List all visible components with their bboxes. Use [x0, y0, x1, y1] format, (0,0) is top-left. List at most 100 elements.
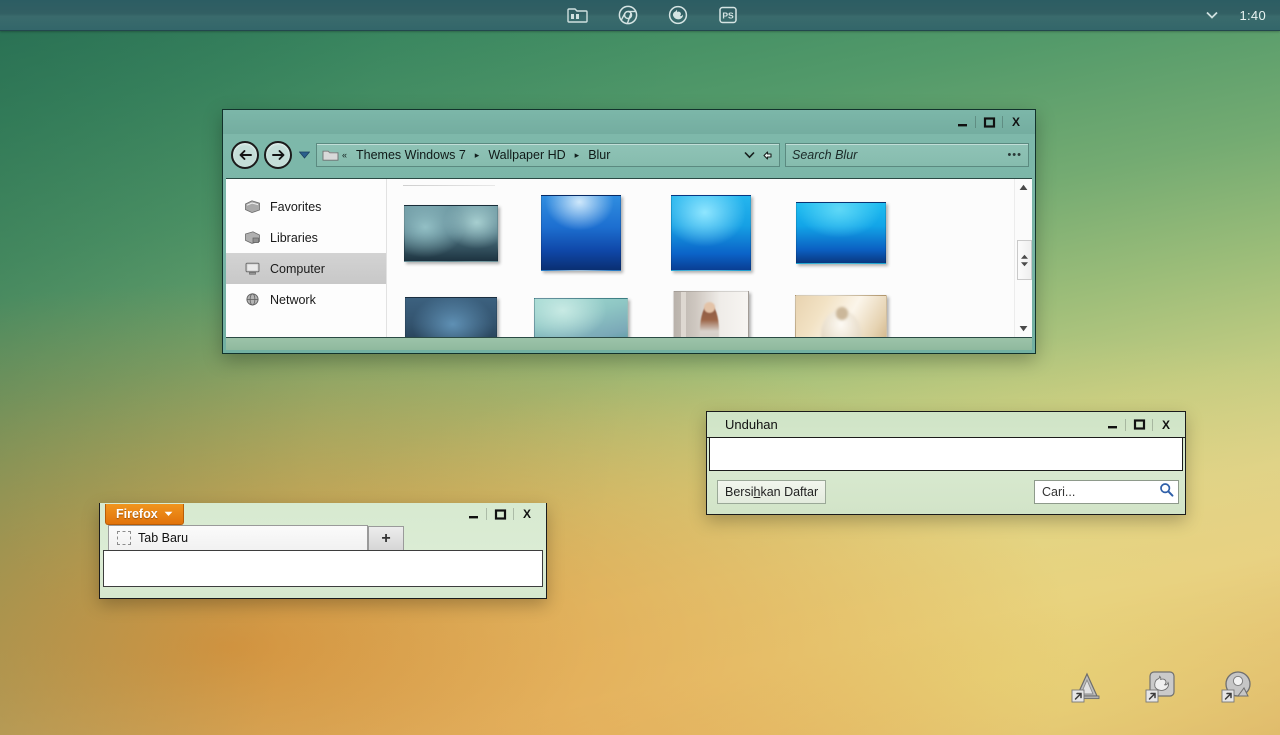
- tray-chevron-icon[interactable]: [1203, 0, 1221, 30]
- thumbnail-item[interactable]: [789, 287, 893, 337]
- shortcut-picasa[interactable]: [1210, 668, 1264, 706]
- explorer-statusbar: [226, 337, 1032, 350]
- taskbar-clock[interactable]: 1:40: [1239, 8, 1266, 23]
- chevron-down-icon: [164, 511, 173, 516]
- thumbnail-item[interactable]: [529, 287, 633, 337]
- chrome-icon[interactable]: [603, 0, 653, 30]
- refresh-icon[interactable]: [759, 149, 775, 162]
- clear-list-accel: h: [753, 484, 761, 499]
- breadcrumb-item-blur[interactable]: Blur: [582, 147, 616, 163]
- sidebar-item-libraries[interactable]: Libraries: [226, 222, 386, 253]
- thumbnail-item[interactable]: [659, 193, 763, 273]
- downloads-list[interactable]: [709, 438, 1183, 471]
- minimize-button[interactable]: [949, 113, 975, 131]
- search-input[interactable]: Search Blur •••: [785, 143, 1029, 167]
- sidebar-item-favorites[interactable]: Favorites: [226, 191, 386, 222]
- breadcrumb-overflow[interactable]: «: [341, 150, 348, 160]
- search-placeholder: Search Blur: [792, 148, 858, 162]
- close-button[interactable]: X: [514, 505, 540, 523]
- breadcrumb-separator[interactable]: ▸: [474, 150, 481, 161]
- search-icon[interactable]: [1159, 482, 1174, 502]
- firefox-titlebar[interactable]: Firefox X: [100, 503, 546, 525]
- new-tab-button[interactable]: +: [368, 526, 404, 550]
- firefox-window-controls: X: [460, 505, 540, 523]
- computer-icon: [244, 261, 261, 276]
- firefox-content-area[interactable]: [103, 550, 543, 587]
- firefox-menu-button[interactable]: Firefox: [105, 503, 184, 525]
- taskbar: PS 1:40: [0, 0, 1280, 31]
- breadcrumb-separator[interactable]: ▸: [574, 150, 581, 161]
- downloads-search-placeholder: Cari...: [1042, 484, 1076, 499]
- breadcrumb-item-wallpaper[interactable]: Wallpaper HD: [482, 147, 571, 163]
- maximize-button[interactable]: [487, 505, 513, 523]
- tab-placeholder-icon: [117, 531, 131, 545]
- explorer-toolbar: « Themes Windows 7 ▸ Wallpaper HD ▸ Blur…: [223, 134, 1035, 176]
- scrollbar-thumb[interactable]: [1017, 240, 1032, 280]
- file-explorer-icon[interactable]: [553, 0, 603, 30]
- firefox-menu-label: Firefox: [116, 506, 158, 521]
- recent-locations-icon[interactable]: [297, 144, 311, 166]
- clear-list-suffix: kan Daftar: [760, 484, 819, 499]
- thumbnail-item[interactable]: [529, 193, 633, 273]
- explorer-window-controls: X: [949, 113, 1029, 131]
- thumbnail-item[interactable]: [659, 287, 763, 337]
- minimize-button[interactable]: [460, 505, 486, 523]
- downloads-title: Unduhan: [725, 417, 778, 432]
- firefox-icon[interactable]: [653, 0, 703, 30]
- downloads-window: Unduhan X Bersi h kan Daftar Cari...: [706, 411, 1186, 515]
- svg-text:PS: PS: [722, 11, 734, 21]
- explorer-titlebar[interactable]: X: [223, 110, 1035, 134]
- downloads-titlebar[interactable]: Unduhan X: [707, 412, 1185, 438]
- maximize-button[interactable]: [1126, 416, 1152, 434]
- sidebar-label: Computer: [270, 261, 325, 276]
- address-bar[interactable]: « Themes Windows 7 ▸ Wallpaper HD ▸ Blur: [316, 143, 780, 167]
- maximize-button[interactable]: [976, 113, 1002, 131]
- firefox-window: Firefox X Tab Baru +: [99, 503, 547, 599]
- shortcut-arrow-overlay: [1071, 689, 1085, 703]
- clear-list-prefix: Bersi: [725, 484, 754, 499]
- system-tray: 1:40: [1203, 0, 1280, 30]
- taskbar-left-spacer: [0, 0, 553, 30]
- photoshop-icon[interactable]: PS: [703, 0, 753, 30]
- back-button[interactable]: [231, 141, 259, 169]
- downloads-window-controls: X: [1099, 416, 1179, 434]
- network-icon: [244, 292, 261, 307]
- explorer-scrollbar[interactable]: [1014, 179, 1032, 337]
- shortcut-autocad[interactable]: [1060, 668, 1114, 706]
- shortcut-firefox[interactable]: [1134, 668, 1188, 706]
- explorer-window: X « Themes Windows 7 ▸ Wallpaper HD ▸ Bl…: [222, 109, 1036, 354]
- sidebar-item-computer[interactable]: Computer: [226, 253, 386, 284]
- tab-new-tab[interactable]: Tab Baru: [108, 525, 368, 550]
- forward-button[interactable]: [264, 141, 292, 169]
- sidebar-label: Network: [270, 292, 316, 307]
- explorer-file-list: [387, 179, 1032, 337]
- shortcut-arrow-overlay: [1221, 689, 1235, 703]
- clear-list-button[interactable]: Bersi h kan Daftar: [717, 479, 827, 504]
- photo-woman-wall-thumb: [673, 291, 749, 337]
- close-button[interactable]: X: [1003, 113, 1029, 131]
- favorites-icon: [244, 199, 261, 214]
- address-dropdown-icon[interactable]: [741, 151, 757, 159]
- blur-cyan-bright-thumb: [671, 195, 751, 271]
- sidebar-label: Favorites: [270, 199, 322, 214]
- sidebar-item-network[interactable]: Network: [226, 284, 386, 315]
- scroll-down-icon[interactable]: [1015, 320, 1032, 337]
- close-button[interactable]: X: [1153, 416, 1179, 434]
- downloads-search-input[interactable]: Cari...: [1034, 479, 1179, 504]
- blur-steel-blue-thumb: [405, 297, 497, 337]
- taskbar-icon-group: PS: [553, 0, 753, 30]
- blur-blue-bright-thumb: [541, 195, 621, 271]
- breadcrumb-item-themes[interactable]: Themes Windows 7: [350, 147, 472, 163]
- thumbnail-item[interactable]: [399, 193, 503, 273]
- downloads-footer: Bersi h kan Daftar Cari...: [707, 471, 1185, 512]
- autocad-icon: [1071, 672, 1100, 703]
- scrollbar-track[interactable]: [1015, 196, 1032, 320]
- minimize-button[interactable]: [1099, 416, 1125, 434]
- firefox-tabstrip: Tab Baru +: [100, 525, 546, 550]
- thumbnail-item[interactable]: [399, 287, 503, 337]
- scroll-up-icon[interactable]: [1015, 179, 1032, 196]
- tab-label: Tab Baru: [138, 531, 189, 545]
- thumbnail-grid: [399, 193, 1004, 337]
- thumbnail-item[interactable]: [789, 193, 893, 273]
- blur-cyan-deep-thumb: [796, 202, 886, 264]
